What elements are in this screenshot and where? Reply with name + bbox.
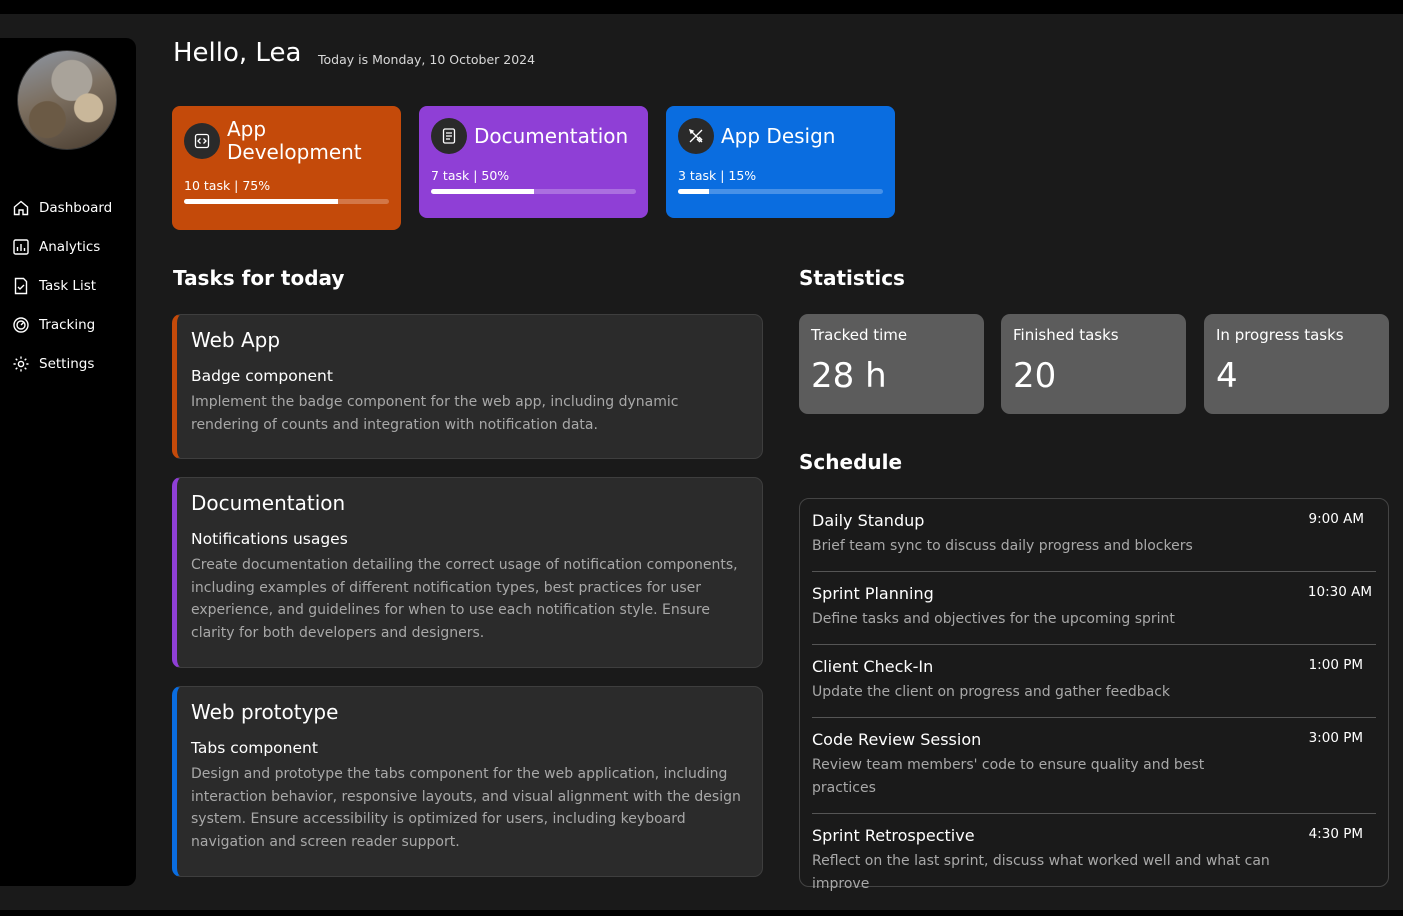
home-icon xyxy=(13,200,29,215)
stat-value: 4 xyxy=(1216,356,1238,396)
tasks-section-title: Tasks for today xyxy=(173,266,345,290)
task-project: Documentation xyxy=(191,491,346,515)
statistics-section-title: Statistics xyxy=(799,266,905,290)
tracking-icon xyxy=(13,316,29,333)
schedule-time: 4:30 PM xyxy=(1308,826,1363,842)
progress-fill xyxy=(184,199,338,204)
task-description: Implement the badge component for the we… xyxy=(191,394,679,433)
schedule-time: 1:00 PM xyxy=(1308,657,1363,673)
sidebar-item-label: Dashboard xyxy=(39,199,113,216)
settings-icon xyxy=(13,356,29,371)
project-stats: 10 task | 75% xyxy=(184,178,271,193)
stat-value: 28 h xyxy=(811,356,887,396)
project-card-app-design[interactable]: App Design 3 task | 15% xyxy=(666,106,895,218)
document-icon xyxy=(431,118,467,154)
schedule-item[interactable]: Client Check-In Update the client on pro… xyxy=(812,645,1376,718)
schedule-item[interactable]: Sprint Planning Define tasks and objecti… xyxy=(812,572,1376,645)
project-stats: 7 task | 50% xyxy=(431,168,510,183)
task-project: Web prototype xyxy=(191,700,339,724)
sidebar-item-task-list[interactable]: Task List xyxy=(12,266,112,305)
project-title: App Design xyxy=(721,123,836,148)
schedule-description: Define tasks and objectives for the upco… xyxy=(812,611,1175,627)
progress-fill xyxy=(431,189,534,194)
project-stats: 3 task | 15% xyxy=(678,168,757,183)
stat-label: Finished tasks xyxy=(1013,326,1119,344)
task-card[interactable]: Web App Badge component Implement the ba… xyxy=(172,314,763,459)
progress-bar xyxy=(431,189,636,194)
task-description: Design and prototype the tabs component … xyxy=(191,766,741,850)
sidebar-nav: Dashboard Analytics Task List Tracking S… xyxy=(12,188,112,383)
project-title: App Development xyxy=(227,117,362,164)
task-name: Tabs component xyxy=(191,739,318,757)
schedule-time: 10:30 AM xyxy=(1307,584,1372,600)
schedule-description: Reflect on the last sprint, discuss what… xyxy=(812,853,1270,892)
schedule-title: Daily Standup xyxy=(812,511,925,530)
schedule-item[interactable]: Daily Standup Brief team sync to discuss… xyxy=(812,499,1376,572)
sidebar-item-label: Task List xyxy=(39,277,97,294)
schedule-description: Update the client on progress and gather… xyxy=(812,684,1171,700)
sidebar-item-settings[interactable]: Settings xyxy=(12,344,112,383)
stat-card-tracked-time: Tracked time 28 h xyxy=(799,314,984,414)
stat-card-in-progress-tasks: In progress tasks 4 xyxy=(1204,314,1389,414)
sidebar-item-label: Settings xyxy=(39,355,95,372)
code-icon xyxy=(184,123,220,159)
schedule-list: Daily Standup Brief team sync to discuss… xyxy=(799,498,1389,892)
task-name: Badge component xyxy=(191,367,333,385)
date-label: Today is Monday, 10 October 2024 xyxy=(318,52,536,67)
schedule-section-title: Schedule xyxy=(799,450,903,474)
schedule-time: 9:00 AM xyxy=(1308,511,1365,527)
stat-label: Tracked time xyxy=(811,326,908,344)
task-list-icon xyxy=(14,277,28,294)
sidebar-item-analytics[interactable]: Analytics xyxy=(12,227,112,266)
task-project: Web App xyxy=(191,328,281,352)
schedule-title: Code Review Session xyxy=(812,730,982,749)
schedule-item[interactable]: Code Review Session Review team members'… xyxy=(812,718,1376,814)
sidebar-item-label: Tracking xyxy=(39,316,96,333)
analytics-icon xyxy=(13,238,29,255)
schedule-title: Sprint Retrospective xyxy=(812,826,975,845)
project-title: Documentation xyxy=(474,123,629,148)
schedule-title: Client Check-In xyxy=(812,657,934,676)
progress-bar xyxy=(184,199,389,204)
greeting-title: Hello, Lea xyxy=(173,38,302,68)
sidebar: Dashboard Analytics Task List Tracking S… xyxy=(0,38,136,886)
design-tools-icon xyxy=(678,118,714,154)
schedule-title: Sprint Planning xyxy=(812,584,934,603)
task-name: Notifications usages xyxy=(191,530,348,548)
schedule-time: 3:00 PM xyxy=(1308,730,1363,746)
task-description: Create documentation detailing the corre… xyxy=(191,557,738,641)
schedule-item[interactable]: Sprint Retrospective Reflect on the last… xyxy=(812,814,1376,909)
sidebar-item-dashboard[interactable]: Dashboard xyxy=(12,188,112,227)
stat-label: In progress tasks xyxy=(1216,326,1344,344)
task-card[interactable]: Web prototype Tabs component Design and … xyxy=(172,686,763,877)
progress-fill xyxy=(678,189,709,194)
app-window: Dashboard Analytics Task List Tracking S… xyxy=(0,14,1403,910)
sidebar-item-label: Analytics xyxy=(39,238,101,255)
avatar[interactable] xyxy=(17,50,117,150)
progress-bar xyxy=(678,189,883,194)
project-card-app-development[interactable]: App Development 10 task | 75% xyxy=(172,106,401,230)
stat-value: 20 xyxy=(1013,356,1057,396)
project-card-documentation[interactable]: Documentation 7 task | 50% xyxy=(419,106,648,218)
stat-card-finished-tasks: Finished tasks 20 xyxy=(1001,314,1186,414)
schedule-description: Brief team sync to discuss daily progres… xyxy=(812,538,1193,554)
schedule-description: Review team members' code to ensure qual… xyxy=(812,757,1205,796)
sidebar-item-tracking[interactable]: Tracking xyxy=(12,305,112,344)
task-card[interactable]: Documentation Notifications usages Creat… xyxy=(172,477,763,668)
